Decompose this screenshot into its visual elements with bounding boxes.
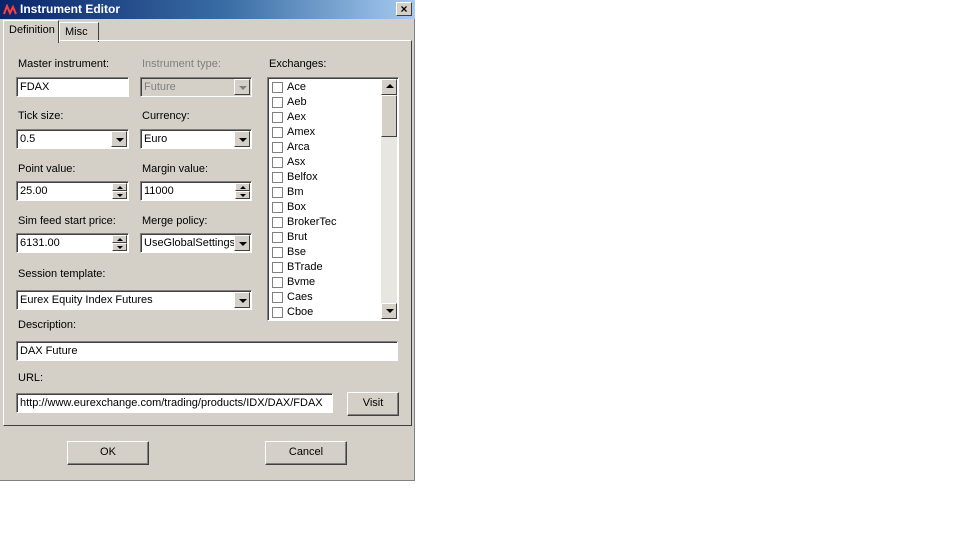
instrument-editor-window: Instrument Editor × Definition Misc Mast… bbox=[0, 0, 415, 481]
title-bar[interactable]: Instrument Editor × bbox=[0, 0, 415, 19]
instrument-app-icon bbox=[3, 4, 17, 16]
ok-button[interactable]: OK bbox=[67, 441, 149, 465]
cancel-button[interactable]: Cancel bbox=[265, 441, 347, 465]
tab-definition[interactable]: Definition bbox=[3, 20, 59, 43]
close-button[interactable]: × bbox=[396, 2, 412, 16]
tab-misc[interactable]: Misc bbox=[59, 22, 99, 42]
window-title: Instrument Editor bbox=[20, 2, 121, 16]
definition-panel bbox=[3, 40, 412, 426]
close-icon: × bbox=[400, 2, 408, 16]
